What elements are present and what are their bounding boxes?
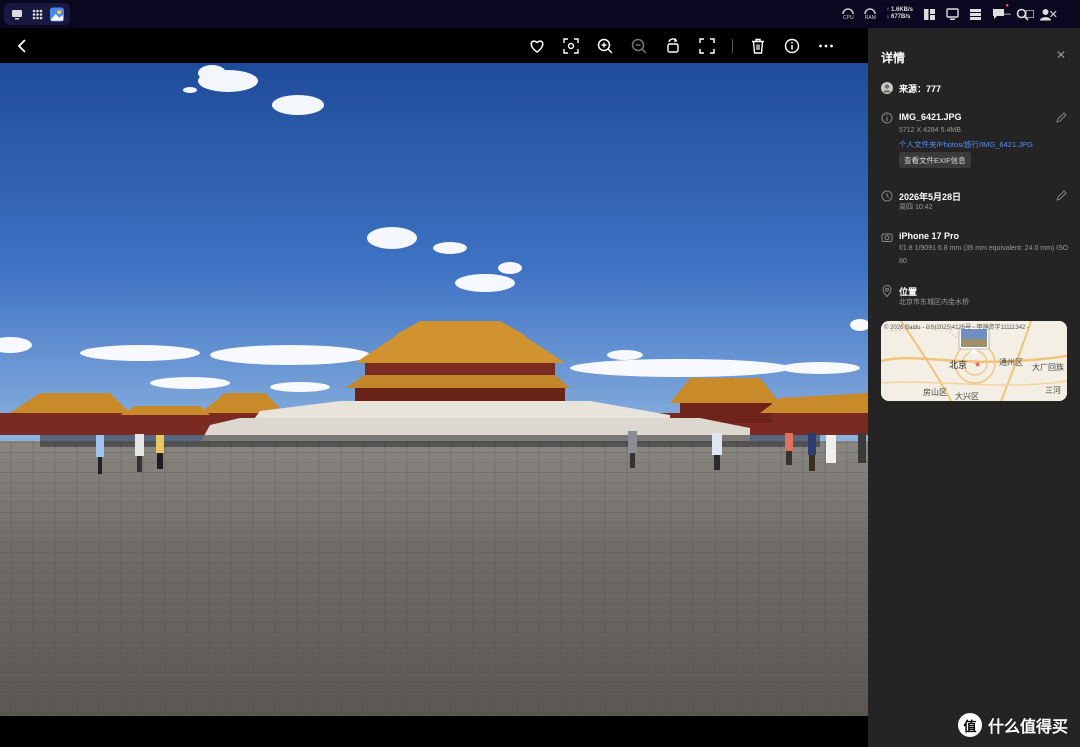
- zoom-out-button[interactable]: [630, 37, 648, 55]
- clock-icon: [881, 190, 893, 202]
- ram-gauge: RAM: [864, 7, 877, 21]
- system-bar: CPU RAM ↑ 1.6KB/s ↓ 677B/s ●: [0, 0, 1080, 28]
- viewer-toolbar: [0, 28, 868, 63]
- recognize-button[interactable]: [562, 37, 580, 55]
- watermark-logo: 值: [957, 713, 982, 737]
- app-grid-icon[interactable]: [30, 7, 44, 21]
- close-window-button[interactable]: ✕: [1049, 8, 1058, 21]
- cpu-gauge: CPU: [842, 7, 855, 21]
- file-meta: 5712 X 4284 5.4MB: [899, 127, 961, 134]
- camera-meta: f/1.8 1/9091 6.8 mm (35 mm equivalent: 2…: [899, 245, 1069, 265]
- map-label-beijing: 北京: [949, 360, 968, 370]
- minimize-button[interactable]: —: [1000, 8, 1011, 20]
- scan-icon: [563, 38, 579, 54]
- info-icon: [881, 112, 893, 124]
- location-map[interactable]: ★ © 2026 Baidu - GS(2025)4125号 - 甲测资字111…: [881, 321, 1067, 401]
- edit-date-icon[interactable]: [1056, 190, 1067, 201]
- chevron-left-icon[interactable]: [14, 37, 32, 55]
- fullscreen-button[interactable]: [698, 37, 716, 55]
- details-panel: 详情 ✕ 来源：777 IMG_6421.JPG 5712 X 4284 5.4…: [868, 28, 1080, 747]
- exif-info-button[interactable]: 查看文件EXIF信息: [899, 152, 971, 168]
- taskbar-apps: [4, 3, 70, 25]
- maximize-button[interactable]: ☐: [1025, 8, 1035, 21]
- watermark-text: 什么值得买: [987, 719, 1068, 736]
- fullscreen-icon: [699, 38, 715, 54]
- delete-button[interactable]: [749, 37, 767, 55]
- location-row: 位置 北京市东城区内金水桥: [881, 285, 1071, 315]
- map-label-daxing: 大兴区: [955, 392, 979, 401]
- source-label: 来源：777: [899, 84, 942, 94]
- map-label-tongzhou: 通州区: [999, 358, 1023, 367]
- location-address: 北京市东城区内金水桥: [899, 299, 969, 306]
- camera-row: iPhone 17 Pro f/1.8 1/9091 6.8 mm (35 mm…: [881, 231, 1071, 271]
- location-pin-icon: [882, 285, 892, 297]
- map-copyright: © 2026 Baidu - GS(2025)4125号 - 甲测资字11111…: [884, 325, 1030, 331]
- rotate-icon: [667, 38, 679, 53]
- close-panel-button[interactable]: ✕: [1056, 48, 1066, 62]
- cpu-gauge-icon: [842, 8, 855, 15]
- ram-label: RAM: [864, 15, 876, 21]
- time-label: 周四 10:42: [899, 204, 933, 211]
- date-row: 2026年5月28日 周四 10:42: [881, 190, 1071, 220]
- main-photo[interactable]: [0, 63, 868, 716]
- map-label-fangshan: 房山区: [923, 388, 947, 397]
- device-name: iPhone 17 Pro: [899, 231, 960, 241]
- window-controls: — ☐ ✕: [1000, 0, 1058, 28]
- photos-app-icon[interactable]: [50, 7, 64, 21]
- favorite-button[interactable]: [528, 37, 546, 55]
- file-name: IMG_6421.JPG: [899, 112, 962, 122]
- more-button[interactable]: [817, 37, 835, 55]
- more-icon: [819, 44, 833, 48]
- widgets-icon[interactable]: [923, 8, 936, 21]
- upload-speed: ↑ 1.6KB/s: [886, 7, 913, 13]
- rotate-button[interactable]: [664, 37, 682, 55]
- toolbar-divider: [732, 39, 733, 53]
- source-row: 来源：777: [881, 82, 1071, 96]
- cpu-label: CPU: [843, 15, 854, 21]
- zoom-out-icon: [631, 38, 647, 54]
- tasks-icon[interactable]: [969, 8, 982, 21]
- download-speed: ↓ 677B/s: [886, 14, 911, 20]
- map-label-sanhe: 三河: [1045, 386, 1061, 395]
- map-graphic: ★: [881, 321, 1067, 401]
- file-path-link[interactable]: 个人文件夹/Photos/旅行/IMG_6421.JPG: [899, 139, 1033, 150]
- avatar-icon: [881, 82, 893, 94]
- heart-icon: [530, 40, 544, 53]
- ram-gauge-icon: [864, 8, 877, 15]
- svg-text:★: ★: [974, 360, 981, 369]
- watermark: 值 什么值得买: [957, 713, 1068, 737]
- map-label-dachang: 大厂回族: [1032, 363, 1064, 372]
- forbidden-city-photo: [0, 63, 868, 716]
- zoom-in-button[interactable]: [596, 37, 614, 55]
- photo-viewer: [0, 28, 868, 747]
- desktop-icon[interactable]: [10, 7, 24, 21]
- monitor-icon[interactable]: [946, 7, 959, 21]
- edit-icon[interactable]: [1056, 112, 1067, 123]
- camera-icon: [881, 233, 893, 242]
- info-button[interactable]: [783, 37, 801, 55]
- file-row: IMG_6421.JPG 5712 X 4284 5.4MB 个人文件夹/Pho…: [881, 112, 1071, 182]
- trash-icon: [752, 38, 764, 54]
- network-speed: ↑ 1.6KB/s ↓ 677B/s: [886, 7, 913, 21]
- zoom-in-icon: [597, 38, 613, 54]
- panel-title: 详情: [881, 51, 906, 65]
- info-icon: [784, 38, 800, 54]
